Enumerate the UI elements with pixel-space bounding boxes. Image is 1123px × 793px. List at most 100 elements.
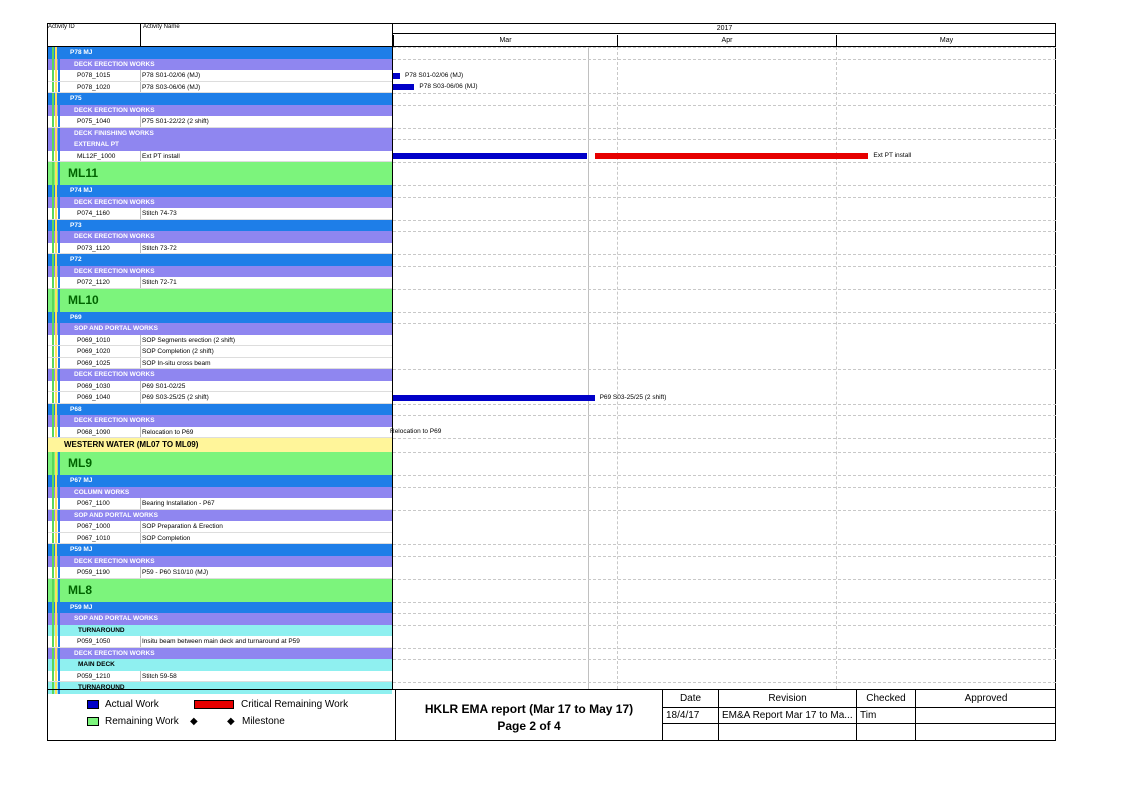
activity-id: P078_1020 [77,83,111,91]
actual-work-bar[interactable] [393,153,588,160]
wbs-indent-stripe [55,93,57,105]
wbs-indent-stripe [58,415,60,427]
wbs-group-header[interactable]: DECK FINISHING WORKS [48,127,392,139]
wbs-indent-stripe [52,426,54,437]
timescale-year: 2017 [393,24,1056,34]
critical-work-bar[interactable] [594,153,869,160]
wbs-group-header[interactable]: DECK ERECTION WORKS [48,647,392,659]
wbs-indent-stripe [55,185,57,197]
wbs-group-header[interactable]: P74 MJ [48,185,392,197]
column-header-activity-id[interactable]: Activity ID [48,24,75,30]
wbs-group-header[interactable]: SOP AND PORTAL WORKS [48,323,392,335]
wbs-group-header[interactable]: DECK ERECTION WORKS [48,231,392,243]
area-header[interactable]: ML10 [48,288,392,312]
actual-work-bar[interactable] [393,72,400,79]
wbs-indent-stripe [52,81,54,92]
activity-id: P067_1000 [77,523,111,530]
wbs-group-header[interactable]: P59 MJ [48,601,392,613]
wbs-group-header[interactable]: DECK ERECTION WORKS [48,369,392,381]
column-divider [140,242,141,253]
activity-name: Ext PT install [142,152,180,160]
area-header[interactable]: ML8 [48,578,392,602]
activity-row[interactable]: P059_1190 P59 - P60 S10/10 (MJ) [48,567,392,579]
wbs-group-header[interactable]: P69 [48,311,392,323]
wbs-group-header[interactable]: COLUMN WORKS [48,486,392,498]
activity-row[interactable]: P067_1010 SOP Completion [48,532,392,544]
group-title: DECK ERECTION WORKS [74,557,155,565]
wbs-group-header[interactable]: DECK ERECTION WORKS [48,555,392,567]
activity-row[interactable]: P078_1020 P78 S03-06/06 (MJ) [48,81,392,93]
wbs-indent-stripe [52,70,54,81]
group-title: DECK ERECTION WORKS [74,649,155,657]
wbs-group-header[interactable]: SOP AND PORTAL WORKS [48,509,392,521]
wbs-indent-stripe [58,334,60,345]
activity-row[interactable]: P069_1010 SOP Segments erection (2 shift) [48,334,392,346]
wbs-indent-stripe [55,532,57,543]
activity-row[interactable]: P075_1040 P75 S01-22/22 (2 shift) [48,116,392,128]
timescale-month-apr: Apr [617,35,836,46]
activity-row[interactable]: P074_1160 Stitch 74-73 [48,208,392,220]
signoff-date: 18/4/17 [663,708,719,724]
wbs-group-header[interactable]: MAIN DECK [48,659,392,671]
column-header-activity-name[interactable]: Activity Name [143,24,180,30]
activity-row[interactable]: P067_1100 Bearing Installation - P67 [48,498,392,510]
wbs-group-header[interactable]: DECK ERECTION WORKS [48,415,392,427]
group-title: P59 MJ [70,546,93,553]
wbs-indent-stripe [55,334,57,345]
gantt-gridline [393,231,1056,232]
wbs-group-header[interactable]: TURNAROUND [48,624,392,636]
activity-row[interactable]: P069_1030 P69 S01-02/25 [48,380,392,392]
wbs-indent-stripe [58,242,60,253]
area-header[interactable]: ML9 [48,452,392,475]
actual-work-bar[interactable] [393,84,415,91]
wbs-group-header[interactable]: DECK ERECTION WORKS [48,58,392,70]
activity-row[interactable]: P059_1050 Insitu beam between main deck a… [48,636,392,648]
column-divider [140,567,141,578]
activity-row[interactable]: P072_1120 Stitch 72-71 [48,277,392,289]
wbs-group-header[interactable]: EXTERNAL PT [48,139,392,151]
wbs-indent-stripe [55,601,57,613]
wbs-indent-stripe [58,486,60,498]
group-title: ML9 [68,456,92,470]
group-title: P74 MJ [70,187,93,194]
wbs-group-header[interactable]: P67 MJ [48,475,392,487]
activity-row[interactable]: P068_1090 Relocation to P69 [48,426,392,438]
activity-row[interactable]: P069_1040 P69 S03-25/25 (2 shift) [48,392,392,404]
column-divider [140,150,141,161]
wbs-indent-stripe [58,636,60,647]
signoff-table: Date Revision Checked Approved 18/4/17 E… [663,690,1056,741]
wbs-group-header[interactable]: P75 [48,93,392,105]
wbs-indent-stripe [55,242,57,253]
wbs-group-header[interactable]: P59 MJ [48,544,392,556]
activity-row[interactable]: P078_1015 P78 S01-02/06 (MJ) [48,70,392,82]
wbs-group-header[interactable]: DECK ERECTION WORKS [48,196,392,208]
bar-label: P69 S03-25/25 (2 shift) [599,393,667,401]
gantt-gridline [393,647,1056,649]
activity-row[interactable]: P073_1120 Stitch 73-72 [48,242,392,254]
gantt-gridline [393,196,1056,198]
wbs-group-header[interactable]: DECK ERECTION WORKS [48,104,392,116]
wbs-indent-stripe [55,544,57,556]
activity-row[interactable]: ML12F_1000 Ext PT install [48,150,392,162]
wbs-indent-stripe [58,116,60,127]
wbs-group-header[interactable]: P72 [48,254,392,266]
group-title: P69 [70,313,82,321]
activity-row[interactable]: P067_1000 SOP Preparation & Erection [48,521,392,533]
activity-row[interactable]: P069_1025 SOP In-situ cross beam [48,357,392,369]
activity-row[interactable]: P059_1210 Stitch 59-58 [48,670,392,682]
region-header[interactable]: WESTERN WATER (ML07 TO ML09) [48,438,392,452]
wbs-group-header[interactable]: P73 [48,219,392,231]
area-header[interactable]: ML11 [48,162,392,185]
wbs-indent-stripe [55,311,57,323]
activity-row[interactable]: P069_1020 SOP Completion (2 shift) [48,346,392,358]
group-title: P78 MJ [70,49,93,56]
actual-work-bar[interactable] [393,394,595,401]
wbs-indent-stripe [58,47,60,59]
wbs-indent-stripe [52,647,54,659]
gantt-gridline [393,452,1056,453]
wbs-group-header[interactable]: P68 [48,403,392,415]
wbs-group-header[interactable]: P78 MJ [48,47,392,59]
wbs-group-header[interactable]: SOP AND PORTAL WORKS [48,613,392,625]
wbs-indent-stripe [55,369,57,381]
wbs-group-header[interactable]: DECK ERECTION WORKS [48,265,392,277]
